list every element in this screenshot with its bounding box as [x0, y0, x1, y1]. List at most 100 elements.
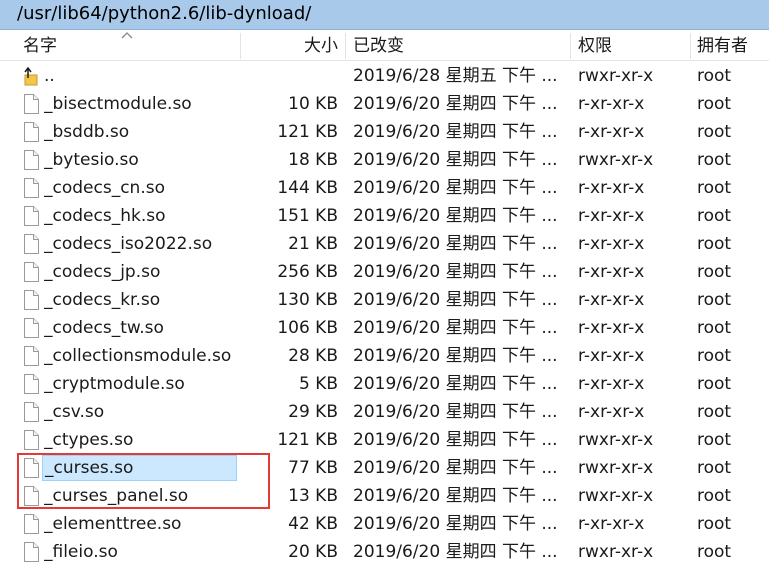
file-row[interactable]: _codecs_tw.so 106 KB 2019/6/20 星期四 下午 ... r…	[0, 314, 769, 342]
file-owner: root	[697, 374, 732, 394]
file-owner: root	[697, 430, 732, 450]
file-permissions: r-xr-xr-x	[578, 290, 645, 310]
file-name: _curses_panel.so	[44, 486, 189, 506]
file-row[interactable]: _codecs_kr.so 130 KB 2019/6/20 星期四 下午 ... r…	[0, 286, 769, 314]
file-name: _codecs_cn.so	[44, 178, 165, 198]
file-name: _elementtree.so	[44, 514, 182, 534]
file-permissions: r-xr-xr-x	[578, 178, 645, 198]
file-name: _bsddb.so	[44, 122, 130, 142]
file-size: 256 KB	[277, 262, 338, 282]
file-size: 77 KB	[288, 458, 338, 478]
file-name: _cryptmodule.so	[44, 374, 185, 394]
file-size: 21 KB	[288, 234, 338, 254]
current-path: /usr/lib64/python2.6/lib-dynload/	[17, 3, 312, 24]
file-owner: root	[697, 346, 732, 366]
file-modified: 2019/6/20 星期四 下午 ...	[353, 206, 558, 226]
file-modified: 2019/6/20 星期四 下午 ...	[353, 542, 558, 562]
file-permissions: r-xr-xr-x	[578, 374, 645, 394]
file-permissions: r-xr-xr-x	[578, 262, 645, 282]
column-size-header[interactable]: 大小	[240, 31, 338, 61]
file-permissions: r-xr-xr-x	[578, 402, 645, 422]
file-size: 10 KB	[288, 94, 338, 114]
file-owner: root	[697, 542, 732, 562]
file-name: _collectionsmodule.so	[44, 346, 232, 366]
file-permissions: r-xr-xr-x	[578, 206, 645, 226]
file-row[interactable]: _codecs_iso2022.so 21 KB 2019/6/20 星期四 下午 …	[0, 230, 769, 258]
file-modified: 2019/6/20 星期四 下午 ...	[353, 374, 558, 394]
file-row[interactable]: _fileio.so 20 KB 2019/6/20 星期四 下午 ... rwxr-…	[0, 538, 769, 566]
file-owner: root	[697, 66, 732, 86]
file-icon	[23, 234, 39, 254]
file-row[interactable]: _collectionsmodule.so 28 KB 2019/6/20 星期四 …	[0, 342, 769, 370]
file-icon	[23, 402, 39, 422]
file-name: _csv.so	[44, 402, 105, 422]
file-row[interactable]: _bisectmodule.so 10 KB 2019/6/20 星期四 下午 ..…	[0, 90, 769, 118]
file-owner: root	[697, 206, 732, 226]
file-modified: 2019/6/20 星期四 下午 ...	[353, 234, 558, 254]
column-name-header[interactable]: 名字	[23, 31, 57, 61]
file-modified: 2019/6/20 星期四 下午 ...	[353, 150, 558, 170]
file-permissions: r-xr-xr-x	[578, 318, 645, 338]
file-row[interactable]: _curses_panel.so 13 KB 2019/6/20 星期四 下午 ..…	[0, 482, 769, 510]
file-row[interactable]: _ctypes.so 121 KB 2019/6/20 星期四 下午 ... rwxr…	[0, 426, 769, 454]
column-modified-header[interactable]: 已改变	[353, 31, 404, 61]
file-permissions: rwxr-xr-x	[578, 542, 654, 562]
file-owner: root	[697, 514, 732, 534]
file-size: 121 KB	[277, 430, 338, 450]
file-row[interactable]: _bsddb.so 121 KB 2019/6/20 星期四 下午 ... r-xr-…	[0, 118, 769, 146]
file-owner: root	[697, 402, 732, 422]
file-icon	[23, 206, 39, 226]
file-row[interactable]: .. 2019/6/28 星期五 下午 ... rwxr-xr-x root	[0, 62, 769, 90]
file-modified: 2019/6/20 星期四 下午 ...	[353, 318, 558, 338]
file-icon	[23, 150, 39, 170]
file-permissions: r-xr-xr-x	[578, 122, 645, 142]
file-name: _curses.so	[42, 455, 237, 481]
file-permissions: r-xr-xr-x	[578, 234, 645, 254]
file-modified: 2019/6/20 星期四 下午 ...	[353, 94, 558, 114]
file-icon	[23, 290, 39, 310]
file-size: 28 KB	[288, 346, 338, 366]
file-modified: 2019/6/20 星期四 下午 ...	[353, 514, 558, 534]
file-modified: 2019/6/20 星期四 下午 ...	[353, 430, 558, 450]
file-icon	[23, 178, 39, 198]
file-size: 18 KB	[288, 150, 338, 170]
file-modified: 2019/6/20 星期四 下午 ...	[353, 402, 558, 422]
file-icon	[23, 94, 39, 114]
file-size: 42 KB	[288, 514, 338, 534]
column-permissions-header[interactable]: 权限	[578, 31, 612, 61]
file-icon	[23, 318, 39, 338]
file-modified: 2019/6/20 星期四 下午 ...	[353, 178, 558, 198]
file-name: _bytesio.so	[44, 150, 139, 170]
file-name: _codecs_tw.so	[44, 318, 164, 338]
file-name: _ctypes.so	[44, 430, 134, 450]
file-modified: 2019/6/20 星期四 下午 ...	[353, 346, 558, 366]
file-row[interactable]: _codecs_jp.so 256 KB 2019/6/20 星期四 下午 ... r…	[0, 258, 769, 286]
file-owner: root	[697, 122, 732, 142]
path-bar[interactable]: /usr/lib64/python2.6/lib-dynload/	[0, 0, 769, 30]
file-owner: root	[697, 318, 732, 338]
file-name: ..	[44, 66, 55, 86]
file-name: _fileio.so	[44, 542, 118, 562]
file-row[interactable]: _elementtree.so 42 KB 2019/6/20 星期四 下午 ...…	[0, 510, 769, 538]
file-owner: root	[697, 150, 732, 170]
file-row[interactable]: _codecs_hk.so 151 KB 2019/6/20 星期四 下午 ... r…	[0, 202, 769, 230]
file-modified: 2019/6/20 星期四 下午 ...	[353, 486, 558, 506]
file-row[interactable]: _cryptmodule.so 5 KB 2019/6/20 星期四 下午 ... r…	[0, 370, 769, 398]
file-permissions: rwxr-xr-x	[578, 486, 654, 506]
file-icon	[23, 542, 39, 562]
file-name: _codecs_hk.so	[44, 206, 166, 226]
file-icon	[23, 430, 39, 450]
file-row[interactable]: _bytesio.so 18 KB 2019/6/20 星期四 下午 ... rwxr…	[0, 146, 769, 174]
file-row[interactable]: _codecs_cn.so 144 KB 2019/6/20 星期四 下午 ... r…	[0, 174, 769, 202]
column-header: 名字 大小 已改变 权限 拥有者	[0, 31, 769, 61]
file-modified: 2019/6/20 星期四 下午 ...	[353, 122, 558, 142]
file-owner: root	[697, 290, 732, 310]
file-row[interactable]: _csv.so 29 KB 2019/6/20 星期四 下午 ... r-xr-xr-…	[0, 398, 769, 426]
file-name: _codecs_iso2022.so	[44, 234, 213, 254]
file-size: 29 KB	[288, 402, 338, 422]
file-size: 121 KB	[277, 122, 338, 142]
file-permissions: rwxr-xr-x	[578, 150, 654, 170]
column-owner-header[interactable]: 拥有者	[697, 31, 748, 61]
file-row[interactable]: _curses.so 77 KB 2019/6/20 星期四 下午 ... rwxr-…	[0, 454, 769, 482]
file-name: _codecs_kr.so	[44, 290, 161, 310]
